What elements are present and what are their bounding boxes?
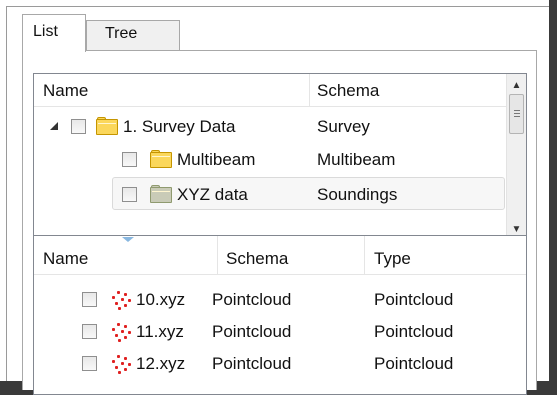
tab-list[interactable]: List (22, 14, 86, 52)
tree-view[interactable]: Name Schema 1. Survey Data Survey Multib… (33, 73, 527, 243)
tab-strip: List Tree (14, 14, 534, 52)
list-item-type: Pointcloud (374, 290, 454, 309)
scroll-up-arrow-icon[interactable]: ▲ (507, 76, 526, 96)
list-item[interactable]: 11.xyz Pointcloud Pointcloud (34, 315, 526, 348)
row-checkbox[interactable] (82, 356, 97, 371)
list-header-name[interactable]: Name (43, 236, 88, 275)
list-item-type: Pointcloud (374, 354, 454, 373)
items-list-view[interactable]: Name Schema Type 10.xyz Pointcloud Point… (33, 235, 527, 395)
list-item-schema: Pointcloud (212, 322, 292, 341)
list-item-name: 10.xyz (136, 290, 186, 309)
list-item-name: 11.xyz (136, 322, 184, 341)
list-item[interactable]: 12.xyz Pointcloud Pointcloud (34, 347, 526, 380)
list-header-separator[interactable] (364, 236, 365, 275)
list-header-separator[interactable] (217, 236, 218, 275)
tree-header: Name Schema (34, 74, 526, 107)
tree-row-name: Multibeam (177, 150, 256, 169)
tree-header-separator[interactable] (309, 74, 310, 107)
tree-row-schema: Survey (317, 117, 370, 136)
list-item-schema: Pointcloud (212, 354, 292, 373)
list-header-schema[interactable]: Schema (226, 236, 288, 275)
folder-icon (150, 150, 172, 168)
list-item-name: 12.xyz (136, 354, 186, 373)
tree-row[interactable]: 1. Survey Data Survey (34, 110, 505, 143)
list-header-type[interactable]: Type (374, 236, 411, 275)
tree-row-selected[interactable]: XYZ data Soundings (112, 177, 505, 210)
list-item-schema: Pointcloud (212, 290, 292, 309)
row-checkbox[interactable] (82, 292, 97, 307)
window-frame: List Tree Name Schema 1. Survey Data Sur… (0, 0, 557, 395)
tree-row-name: 1. Survey Data (123, 117, 236, 136)
pointcloud-icon (110, 290, 132, 310)
folder-icon (96, 117, 118, 135)
row-checkbox[interactable] (82, 324, 97, 339)
tab-panel-list: Name Schema 1. Survey Data Survey Multib… (22, 50, 537, 395)
scroll-thumb[interactable] (509, 94, 524, 134)
list-header: Name Schema Type (34, 236, 526, 275)
list-item-type: Pointcloud (374, 322, 454, 341)
pointcloud-icon (110, 354, 132, 374)
row-checkbox[interactable] (122, 152, 137, 167)
tree-row-name: XYZ data (177, 185, 248, 204)
expand-triangle-icon[interactable] (50, 122, 58, 130)
sort-arrow-icon (122, 237, 134, 242)
list-item[interactable]: 10.xyz Pointcloud Pointcloud (34, 283, 526, 316)
row-checkbox[interactable] (71, 119, 86, 134)
folder-icon (150, 185, 172, 203)
tree-row[interactable]: Multibeam Multibeam (34, 143, 505, 176)
tab-tree[interactable]: Tree (86, 20, 180, 51)
pointcloud-icon (110, 322, 132, 342)
tree-header-name[interactable]: Name (43, 74, 88, 107)
row-checkbox[interactable] (122, 187, 137, 202)
tree-header-schema[interactable]: Schema (317, 74, 379, 107)
tree-row-schema: Soundings (317, 185, 398, 204)
tree-row-schema: Multibeam (317, 150, 396, 169)
tree-vertical-scrollbar[interactable]: ▲ ▼ (506, 74, 526, 242)
